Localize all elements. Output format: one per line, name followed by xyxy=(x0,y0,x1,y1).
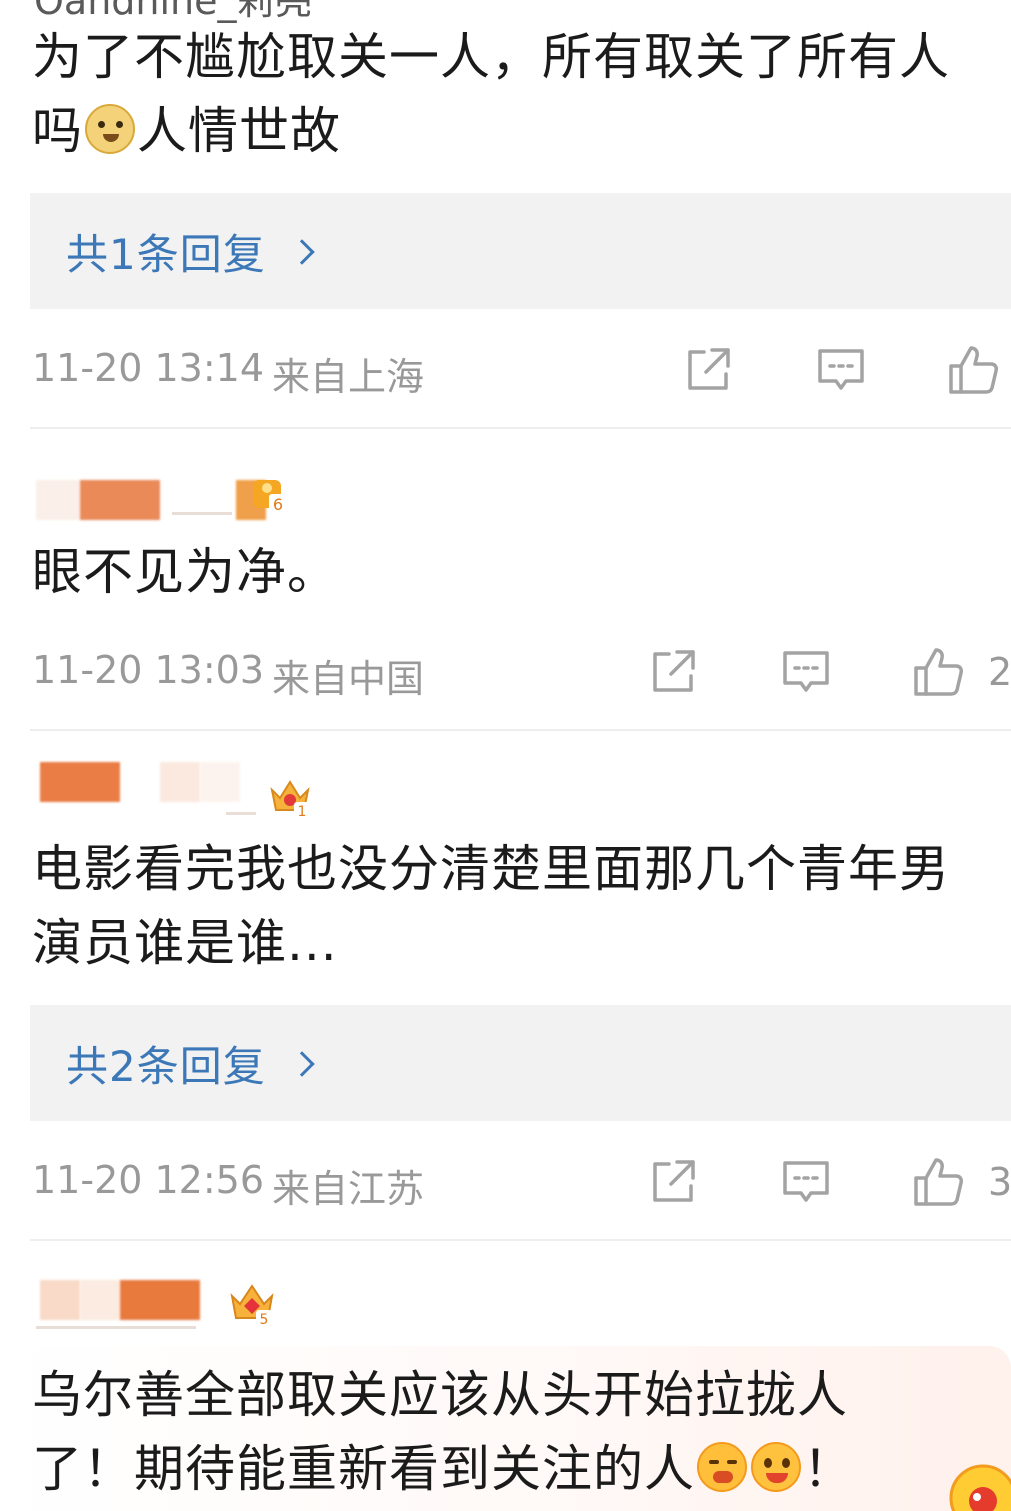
comment-meta: 11-20 13:14 来自上海 xyxy=(0,340,1011,400)
comment-icon[interactable] xyxy=(815,344,867,396)
comment-location: 来自中国 xyxy=(272,657,425,701)
comment-text-line: 电影看完我也没分清楚里面那几个青年男 xyxy=(32,840,950,898)
blurred-username[interactable] xyxy=(120,1280,200,1320)
comment-text: 眼不见为净。 xyxy=(32,535,985,609)
blurred-username[interactable] xyxy=(40,762,120,802)
divider xyxy=(30,1239,1011,1241)
comment-text-line: 吗人情世故 xyxy=(32,94,985,168)
view-replies-label: 共1条回复 xyxy=(66,229,266,279)
comment-location: 来自江苏 xyxy=(272,1167,425,1211)
view-replies-button[interactable]: 共1条回复 xyxy=(30,193,1011,309)
blurred-username[interactable] xyxy=(80,480,160,520)
comment-timestamp: 11-20 13:03 xyxy=(32,648,265,692)
comment-timestamp: 11-20 12:56 xyxy=(32,1158,265,1202)
comment-text-segment: ！ xyxy=(803,1440,854,1498)
blurred-username[interactable] xyxy=(160,762,200,802)
happy-emoji-icon xyxy=(751,1442,801,1492)
divider xyxy=(30,729,1011,731)
comment-text-segment: 了！期待能重新看到关注的人 xyxy=(32,1440,695,1498)
blurred-username[interactable] xyxy=(40,1280,80,1320)
badge-level: 1 xyxy=(298,804,307,820)
comment-feed: Oandhine_莉亮 为了不尴尬取关一人，所有取关了所有人 吗人情世故 共1条… xyxy=(0,0,1011,1511)
vip-crown-badge-icon: 1 xyxy=(266,772,314,820)
share-icon[interactable] xyxy=(647,1156,699,1208)
crying-emoji-icon xyxy=(697,1442,747,1492)
chevron-right-icon xyxy=(290,236,320,266)
floating-action-icon[interactable] xyxy=(948,1463,1011,1511)
comment-text: 为了不尴尬取关一人，所有取关了所有人 吗人情世故 xyxy=(32,20,985,168)
comment-text: 电影看完我也没分清楚里面那几个青年男 演员谁是谁... xyxy=(32,832,985,980)
comment-user-row: 5 xyxy=(0,1278,1011,1338)
comment-text: 乌尔善全部取关应该从头开始拉拢人 了！期待能重新看到关注的人 ！ xyxy=(32,1358,985,1506)
comment-username[interactable]: Oandhine_莉亮 xyxy=(34,0,313,23)
comment-meta: 11-20 13:03 来自中国 2 xyxy=(0,642,1011,702)
blurred-username[interactable] xyxy=(200,762,240,802)
comment-user-row: 6 xyxy=(0,470,1011,530)
share-icon[interactable] xyxy=(647,646,699,698)
view-replies-button[interactable]: 共2条回复 xyxy=(30,1005,1011,1121)
comment-text-segment: 人情世故 xyxy=(137,102,341,160)
vip-crown-badge-icon: 6 xyxy=(245,470,293,518)
comment-text-line: 为了不尴尬取关一人，所有取关了所有人 xyxy=(32,28,950,86)
comment-icon[interactable] xyxy=(780,646,832,698)
divider xyxy=(30,427,1011,429)
like-count: 3 xyxy=(988,1160,1011,1204)
blurred-username[interactable] xyxy=(80,1280,120,1320)
comment-timestamp: 11-20 13:14 xyxy=(32,346,265,390)
vip-crown-badge-icon: 5 xyxy=(228,1280,276,1328)
blurred-username[interactable] xyxy=(36,480,80,520)
view-replies-label: 共2条回复 xyxy=(66,1041,266,1091)
comment-text-line: 了！期待能重新看到关注的人 ！ xyxy=(32,1432,985,1506)
thumbs-up-icon[interactable] xyxy=(912,646,964,698)
comment-location: 来自上海 xyxy=(272,355,425,399)
comment-text-line: 演员谁是谁... xyxy=(32,914,338,972)
comment-text-line: 眼不见为净。 xyxy=(32,543,338,601)
comment-text-line: 乌尔善全部取关应该从头开始拉拢人 xyxy=(32,1366,848,1424)
thumbs-up-icon[interactable] xyxy=(947,344,999,396)
comment-icon[interactable] xyxy=(780,1156,832,1208)
share-icon[interactable] xyxy=(682,344,734,396)
badge-level: 6 xyxy=(273,495,283,514)
blurred-username xyxy=(36,1326,196,1329)
like-count: 2 xyxy=(988,650,1011,694)
comment-meta: 11-20 12:56 来自江苏 3 xyxy=(0,1152,1011,1212)
thumbs-up-icon[interactable] xyxy=(912,1156,964,1208)
comment-text-segment: 吗 xyxy=(32,102,83,160)
comment-user-row: 1 xyxy=(0,762,1011,822)
blurred-username xyxy=(226,812,256,815)
chevron-right-icon xyxy=(290,1048,320,1078)
blurred-username xyxy=(172,512,232,515)
badge-level: 5 xyxy=(260,1312,269,1328)
doge-emoji-icon xyxy=(85,104,135,154)
